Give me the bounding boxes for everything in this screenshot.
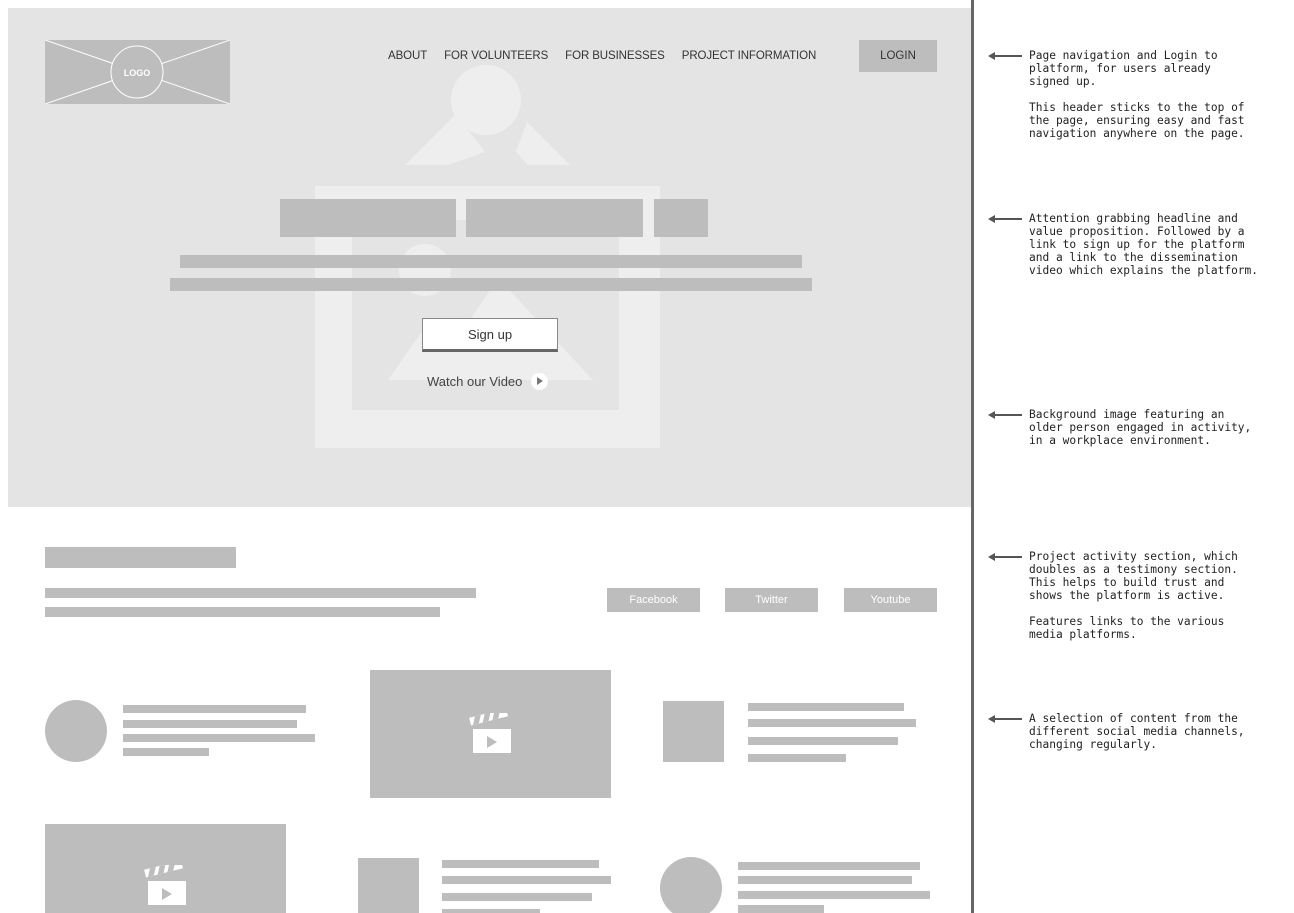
annotation-text: A selection of content from the differen… bbox=[1029, 712, 1245, 751]
login-button[interactable]: LOGIN bbox=[859, 40, 937, 72]
arrow-left-icon bbox=[988, 411, 1022, 419]
image-post-placeholder bbox=[358, 858, 419, 913]
post-text-line bbox=[123, 705, 306, 713]
nav-project-information[interactable]: PROJECT INFORMATION bbox=[682, 50, 817, 62]
value-proposition-line bbox=[170, 278, 812, 291]
video-post-placeholder[interactable] bbox=[45, 824, 286, 913]
post-text-line bbox=[748, 703, 904, 711]
headline-word-placeholder bbox=[654, 199, 708, 237]
post-text-line bbox=[738, 905, 824, 913]
nav-about[interactable]: ABOUT bbox=[388, 50, 427, 62]
youtube-button[interactable]: Youtube bbox=[844, 588, 937, 612]
avatar-placeholder bbox=[45, 700, 107, 762]
post-text-line bbox=[123, 734, 315, 742]
headline-word-placeholder bbox=[280, 199, 456, 237]
post-text-line bbox=[123, 748, 209, 756]
annotation-text: Background image featuring an older pers… bbox=[1029, 408, 1252, 447]
arrow-left-icon bbox=[988, 215, 1022, 223]
video-clapperboard-icon bbox=[468, 713, 511, 753]
value-proposition-line bbox=[180, 255, 802, 268]
top-navigation: ABOUT FOR VOLUNTEERS FOR BUSINESSES PROJ… bbox=[388, 40, 833, 72]
image-post-placeholder bbox=[663, 701, 724, 762]
watch-video-label: Watch our Video bbox=[427, 373, 523, 389]
nav-for-businesses[interactable]: FOR BUSINESSES bbox=[565, 50, 665, 62]
post-text-line bbox=[738, 891, 930, 899]
section-text-line bbox=[45, 588, 476, 598]
arrow-left-icon bbox=[988, 715, 1022, 723]
arrow-left-icon bbox=[988, 553, 1022, 561]
headline-word-placeholder bbox=[466, 199, 643, 237]
post-text-line bbox=[442, 909, 540, 913]
watch-video-link[interactable]: Watch our Video bbox=[427, 372, 549, 390]
section-text-line bbox=[45, 607, 440, 617]
post-text-line bbox=[738, 862, 920, 870]
avatar-placeholder bbox=[660, 857, 722, 913]
arrow-left-icon bbox=[988, 52, 1022, 60]
divider-line bbox=[971, 0, 974, 913]
annotation-text: Project activity section, which doubles … bbox=[1029, 550, 1238, 641]
video-clapperboard-icon bbox=[143, 865, 186, 905]
post-text-line bbox=[442, 893, 592, 901]
twitter-button[interactable]: Twitter bbox=[725, 588, 818, 612]
post-text-line bbox=[442, 876, 611, 884]
post-text-line bbox=[738, 876, 912, 884]
post-text-line bbox=[748, 719, 916, 727]
logo-placeholder[interactable]: LOGO bbox=[45, 40, 230, 104]
video-post-placeholder[interactable] bbox=[370, 670, 611, 798]
section-title-placeholder bbox=[45, 547, 236, 568]
logo-text: LOGO bbox=[124, 68, 151, 78]
annotation-text: Attention grabbing headline and value pr… bbox=[1029, 212, 1259, 277]
post-text-line bbox=[123, 720, 297, 728]
signup-button[interactable]: Sign up bbox=[422, 318, 558, 352]
nav-for-volunteers[interactable]: FOR VOLUNTEERS bbox=[444, 50, 548, 62]
annotation-text: Page navigation and Login to platform, f… bbox=[1029, 49, 1245, 140]
facebook-button[interactable]: Facebook bbox=[607, 588, 700, 612]
logo-icon: LOGO bbox=[45, 40, 230, 104]
play-icon bbox=[531, 372, 549, 390]
post-text-line bbox=[748, 737, 898, 745]
post-text-line bbox=[748, 754, 846, 762]
post-text-line bbox=[442, 860, 599, 868]
hero-section: LOGO ABOUT FOR VOLUNTEERS FOR BUSINESSES… bbox=[8, 8, 971, 507]
wireframe-canvas: LOGO ABOUT FOR VOLUNTEERS FOR BUSINESSES… bbox=[0, 0, 973, 913]
